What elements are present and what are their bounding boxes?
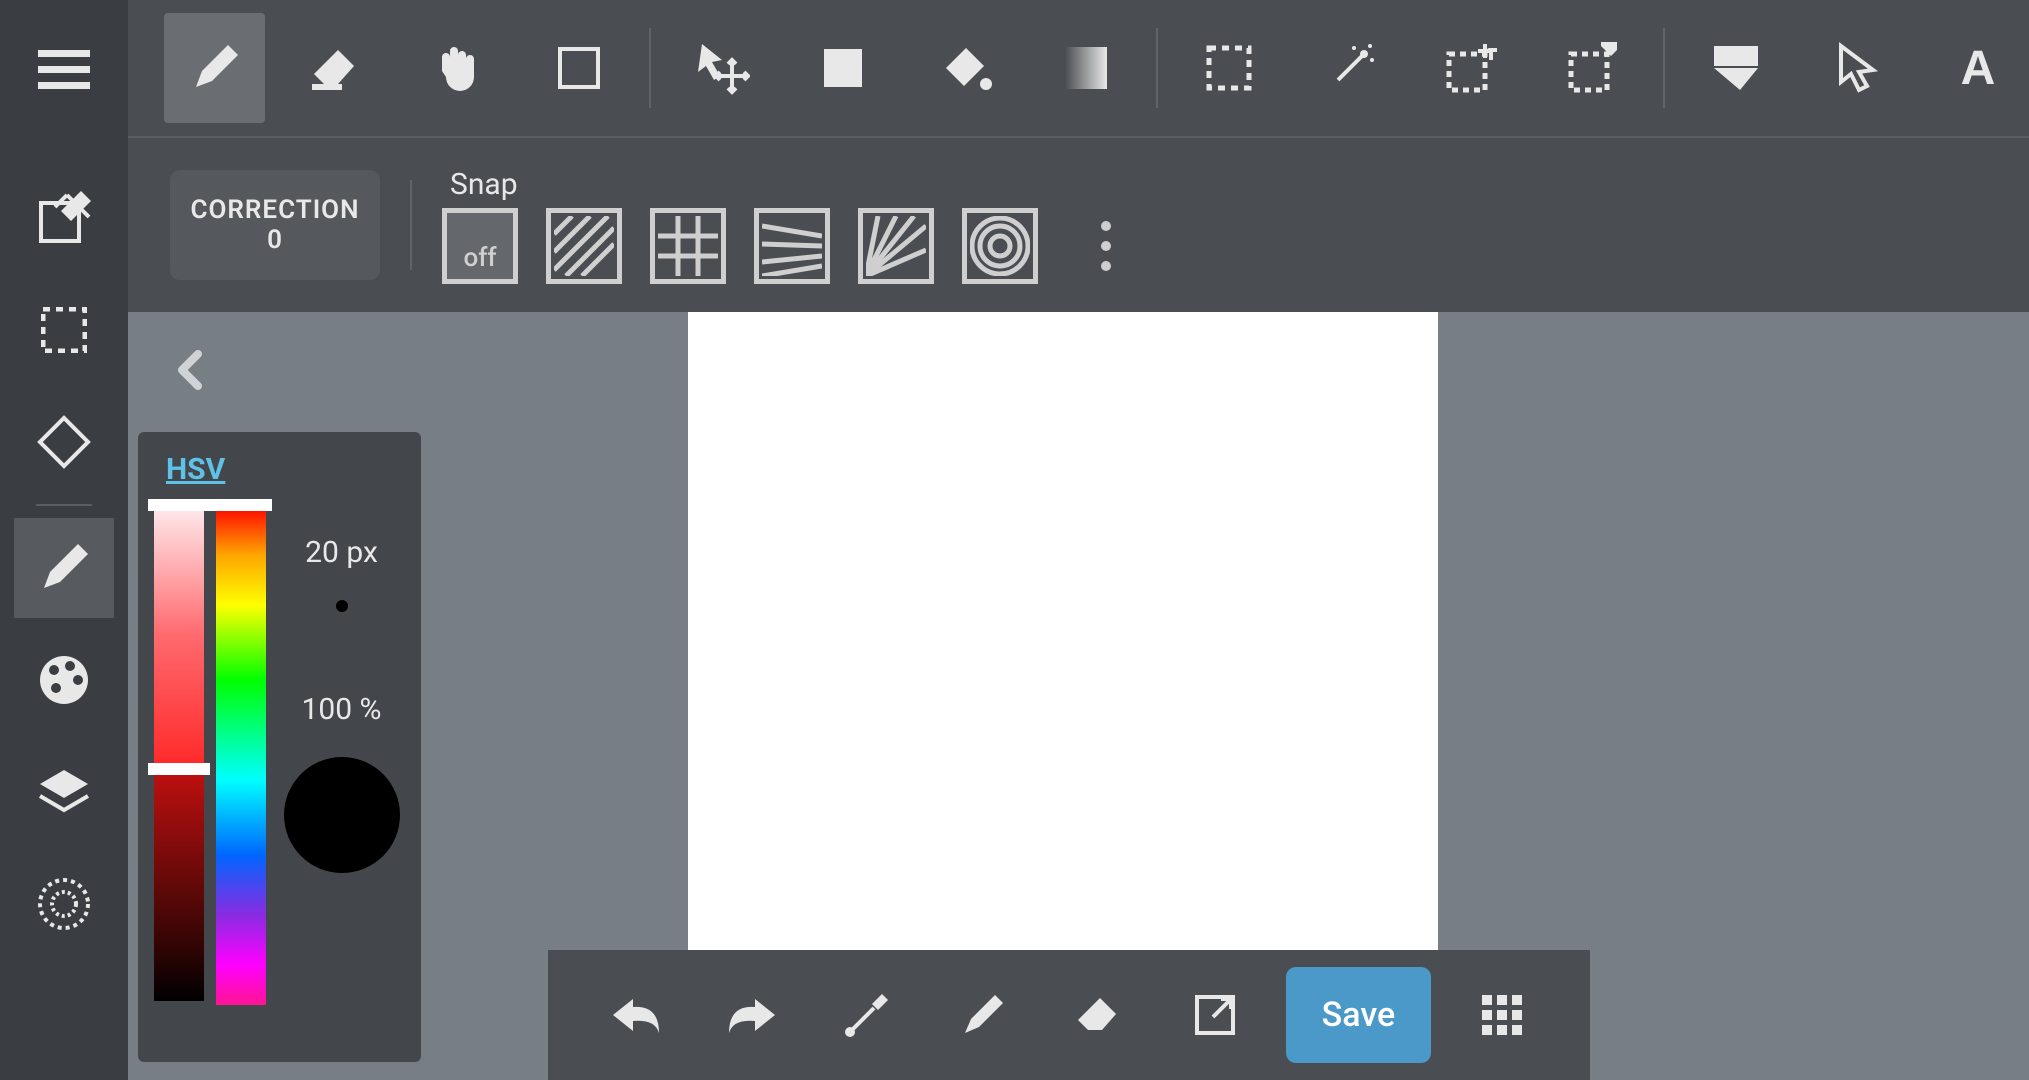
text-tool[interactable]: A xyxy=(1928,13,2029,123)
snap-bar: CORRECTION 0 Snap off xyxy=(128,138,2029,312)
shape-tool[interactable] xyxy=(528,13,629,123)
undo-button[interactable] xyxy=(591,970,681,1060)
svg-text:A: A xyxy=(1961,44,1996,92)
snap-perspective[interactable] xyxy=(754,208,830,284)
correction-label: CORRECTION xyxy=(190,195,359,225)
toolbar-separator xyxy=(649,28,651,108)
top-toolbar: A xyxy=(128,0,2029,138)
apps-button[interactable] xyxy=(1457,970,1547,1060)
bucket-tool[interactable] xyxy=(914,13,1015,123)
pencil-button[interactable] xyxy=(938,970,1028,1060)
snap-grid[interactable] xyxy=(650,208,726,284)
current-color-swatch[interactable] xyxy=(284,757,400,873)
fill-rect-tool[interactable] xyxy=(792,13,893,123)
material-button[interactable] xyxy=(14,854,114,954)
marquee-tool[interactable] xyxy=(1178,13,1279,123)
snap-separator xyxy=(410,180,412,270)
snap-concentric[interactable] xyxy=(962,208,1038,284)
select-add-tool[interactable] xyxy=(1421,13,1522,123)
snap-radial[interactable] xyxy=(858,208,934,284)
drawing-canvas[interactable] xyxy=(688,312,1438,1032)
hand-tool[interactable] xyxy=(407,13,508,123)
save-button[interactable]: Save xyxy=(1286,967,1432,1063)
crop-tool[interactable] xyxy=(1685,13,1786,123)
eraser-button[interactable] xyxy=(1054,970,1144,1060)
snap-off-text: off xyxy=(463,243,496,273)
select-subtract-tool[interactable] xyxy=(1542,13,1643,123)
sv-slider[interactable] xyxy=(154,505,204,1025)
transform-tool[interactable] xyxy=(671,13,772,123)
eraser-tool[interactable] xyxy=(285,13,386,123)
gradient-tool[interactable] xyxy=(1035,13,1136,123)
correction-value: 0 xyxy=(267,225,283,255)
pencil-tool[interactable] xyxy=(164,13,265,123)
left-rail xyxy=(0,0,128,1080)
snap-hatch[interactable] xyxy=(546,208,622,284)
toolbar-separator xyxy=(1663,28,1665,108)
hue-slider[interactable] xyxy=(216,505,266,1025)
brush-preview-icon xyxy=(336,600,348,612)
pointer-tool[interactable] xyxy=(1806,13,1907,123)
layers-button[interactable] xyxy=(14,742,114,842)
color-mode-link[interactable]: HSV xyxy=(166,452,225,487)
rotate-button[interactable] xyxy=(14,392,114,492)
brush-size-value[interactable]: 20 px xyxy=(305,535,378,570)
redo-button[interactable] xyxy=(707,970,797,1060)
bottom-action-bar: Save xyxy=(548,950,1590,1080)
snap-more-button[interactable] xyxy=(1086,221,1126,271)
opacity-value[interactable]: 100 % xyxy=(302,692,382,727)
snap-label: Snap xyxy=(450,167,1126,202)
eyedropper-button[interactable] xyxy=(822,970,912,1060)
brush-tool-button[interactable] xyxy=(14,518,114,618)
fullscreen-button[interactable] xyxy=(1170,970,1260,1060)
palette-button[interactable] xyxy=(14,630,114,730)
color-panel: HSV 20 px 100 % xyxy=(138,432,421,1062)
magic-wand-tool[interactable] xyxy=(1299,13,1400,123)
correction-button[interactable]: CORRECTION 0 xyxy=(170,170,380,280)
marquee-button[interactable] xyxy=(14,280,114,380)
rail-divider xyxy=(36,504,92,506)
panel-collapse-button[interactable] xyxy=(160,340,220,400)
toolbar-separator xyxy=(1156,28,1158,108)
menu-button[interactable] xyxy=(14,20,114,120)
edit-button[interactable] xyxy=(14,168,114,268)
snap-off[interactable]: off xyxy=(442,208,518,284)
